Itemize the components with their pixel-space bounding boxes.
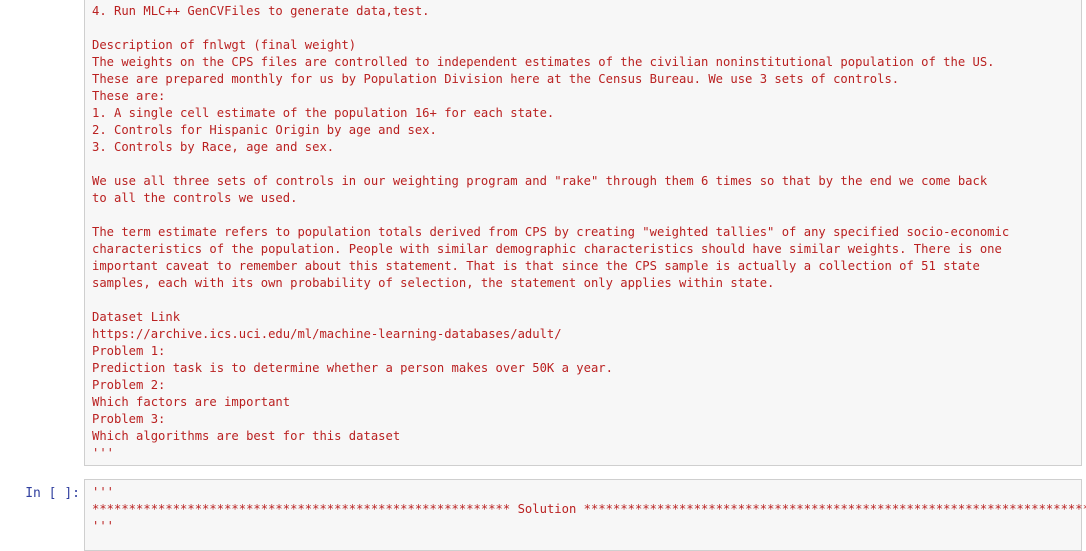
open-quote: '''	[92, 485, 115, 499]
input-prompt: In [ ]:	[25, 486, 80, 501]
code-line: The weights on the CPS files are control…	[92, 55, 995, 69]
code-line: samples, each with its own probability o…	[92, 276, 775, 290]
solution-code-cell[interactable]: ''' *************************************…	[84, 479, 1086, 551]
code-line: These are prepared monthly for us by Pop…	[92, 72, 900, 86]
banner-stars-right: ****************************************…	[583, 502, 1086, 516]
code-line: 2. Controls for Hispanic Origin by age a…	[92, 123, 437, 137]
solution-label: Solution	[517, 502, 577, 516]
code-line: 3. Controls by Race, age and sex.	[92, 140, 335, 154]
code-line: Description of fnlwgt (final weight)	[92, 38, 357, 52]
code-line: https://archive.ics.uci.edu/ml/machine-l…	[92, 327, 562, 341]
code-line: Problem 2:	[92, 378, 166, 392]
code-line: Dataset Link	[92, 310, 181, 324]
close-quote: '''	[92, 519, 115, 533]
cell-source-text[interactable]: 4. Run MLC++ GenCVFiles to generate data…	[92, 3, 1009, 462]
code-line: Which factors are important	[92, 395, 291, 409]
code-line: We use all three sets of controls in our…	[92, 174, 988, 188]
code-line: The term estimate refers to population t…	[92, 225, 1010, 239]
code-line: Problem 1:	[92, 344, 166, 358]
code-line: These are:	[92, 89, 166, 103]
code-line: to all the controls we used.	[92, 191, 298, 205]
code-line: Prediction task is to determine whether …	[92, 361, 613, 375]
code-line: 1. A single cell estimate of the populat…	[92, 106, 555, 120]
markdown-code-cell[interactable]: 4. Run MLC++ GenCVFiles to generate data…	[84, 0, 1082, 466]
code-line: Which algorithms are best for this datas…	[92, 429, 401, 443]
cell-source-text[interactable]: ''' *************************************…	[92, 484, 1086, 535]
code-line: 4. Run MLC++ GenCVFiles to generate data…	[92, 4, 430, 18]
solution-banner: ****************************************…	[92, 501, 1086, 518]
code-line: important caveat to remember about this …	[92, 259, 980, 273]
banner-stars-left: ****************************************…	[92, 502, 511, 516]
code-line: Problem 3:	[92, 412, 166, 426]
code-line: characteristics of the population. Peopl…	[92, 242, 1002, 256]
code-line: '''	[92, 446, 115, 460]
